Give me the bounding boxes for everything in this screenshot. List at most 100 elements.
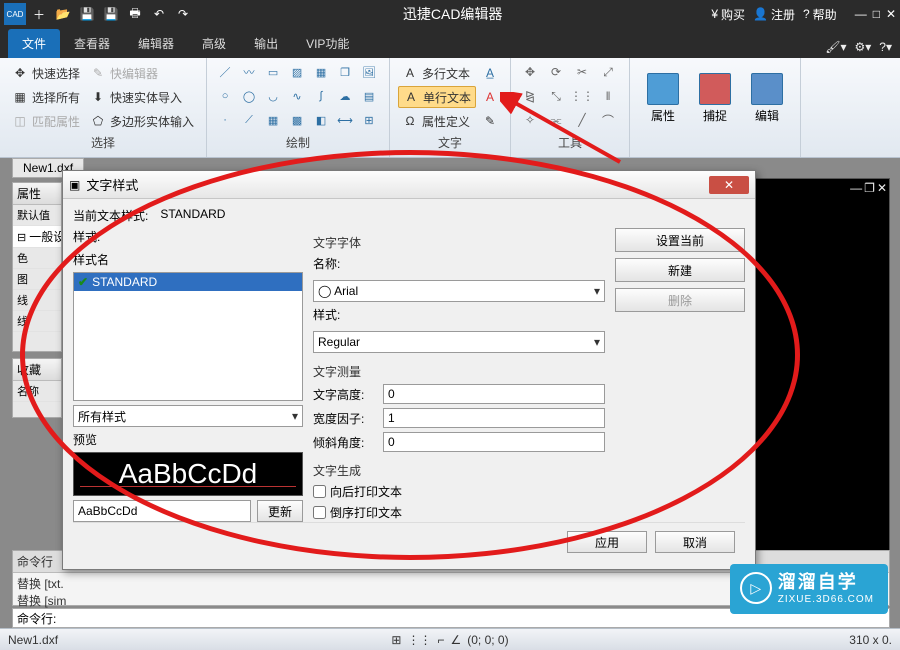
group-label-select: 选择	[8, 132, 198, 153]
snap-big-button[interactable]: 捕捉	[690, 62, 740, 135]
new-style-button[interactable]: 新建	[615, 258, 745, 282]
rotate-icon[interactable]: ⟳	[545, 62, 567, 82]
cancel-button[interactable]: 取消	[655, 531, 735, 553]
ortho-toggle-icon[interactable]: ⌐	[437, 633, 444, 647]
oblique-input[interactable]	[383, 432, 605, 452]
array-icon[interactable]: ⋮⋮	[571, 86, 593, 106]
dim-icon[interactable]: ⟷	[335, 110, 355, 130]
trim-icon[interactable]: ✂	[571, 62, 593, 82]
width-input[interactable]	[383, 408, 605, 428]
maximize-icon[interactable]: □	[873, 7, 880, 21]
preview-input[interactable]	[73, 500, 251, 522]
line-icon[interactable]: ／	[215, 62, 235, 82]
mirror-icon[interactable]: ⧎	[519, 86, 541, 106]
text-style-button[interactable]: A̲	[478, 62, 502, 84]
buy-link[interactable]: ¥ 购买	[711, 6, 745, 23]
hatch-icon[interactable]: ▨	[287, 62, 307, 82]
match-props-button[interactable]: ◫匹配属性	[8, 110, 84, 132]
xline-icon[interactable]: ⟋	[239, 110, 259, 130]
tool-grid: ✥⟳✂⤢ ⧎⤡⋮⋮‖ ✧⫘╱⌒	[519, 62, 621, 132]
image-icon[interactable]: 🖼	[359, 62, 379, 82]
set-current-button[interactable]: 设置当前	[615, 228, 745, 252]
grid-icon[interactable]: ▦	[263, 110, 283, 130]
saveas-icon[interactable]: 💾	[100, 3, 122, 25]
tab-viewer[interactable]: 查看器	[60, 29, 124, 58]
delete-style-button[interactable]: 删除	[615, 288, 745, 312]
offset-icon[interactable]: ‖	[597, 86, 619, 106]
open-icon[interactable]: 📂	[52, 3, 74, 25]
cloud-icon[interactable]: ☁	[335, 86, 355, 106]
tab-editor[interactable]: 编辑器	[124, 29, 188, 58]
block-icon[interactable]: ▦	[311, 62, 331, 82]
style-filter-combo[interactable]: 所有样式	[73, 405, 303, 427]
text-font-button[interactable]: A	[478, 86, 502, 108]
help-link[interactable]: ? 帮助	[803, 6, 837, 23]
break-icon[interactable]: ╱	[571, 110, 593, 130]
copy-icon[interactable]: ❐	[335, 62, 355, 82]
scale-icon[interactable]: ⤡	[545, 86, 567, 106]
poly-solid-input-button[interactable]: ⬠多边形实体输入	[86, 110, 198, 132]
text-edit-button[interactable]: ✎	[478, 110, 502, 132]
tab-file[interactable]: 文件	[8, 29, 60, 58]
polar-toggle-icon[interactable]: ∠	[450, 633, 461, 647]
arc-icon[interactable]: ◡	[263, 86, 283, 106]
help-icon[interactable]: ?▾	[879, 40, 892, 54]
statusbar: New1.dxf ⊞ ⋮⋮ ⌐ ∠ (0; 0; 0) 310 x 0.	[0, 628, 900, 650]
multiline-text-button[interactable]: A多行文本	[398, 62, 476, 84]
update-button[interactable]: 更新	[257, 500, 303, 522]
settings-icon[interactable]: ⚙▾	[855, 40, 872, 54]
snap-toggle-icon[interactable]: ⊞	[391, 633, 401, 647]
register-link[interactable]: 👤 注册	[753, 6, 795, 23]
polyline-icon[interactable]: 〰	[239, 62, 259, 82]
ellipse-icon[interactable]: ◯	[239, 86, 259, 106]
font-name-combo[interactable]: ◯ Arial	[313, 280, 605, 302]
style-icon[interactable]: 🖌▾	[825, 40, 846, 54]
height-input[interactable]	[383, 384, 605, 404]
rect-icon[interactable]: ▭	[263, 62, 283, 82]
undo-icon[interactable]: ↶	[148, 3, 170, 25]
tab-output[interactable]: 输出	[240, 29, 292, 58]
circle-icon[interactable]: ○	[215, 86, 235, 106]
dialog-titlebar[interactable]: ▣ 文字样式 ✕	[63, 171, 755, 199]
singleline-text-button[interactable]: A单行文本	[398, 86, 476, 108]
extend-icon[interactable]: ⤢	[597, 62, 619, 82]
attr-def-button[interactable]: Ω属性定义	[398, 110, 476, 132]
canvas-min-icon[interactable]: —	[850, 181, 862, 195]
backwards-checkbox[interactable]	[313, 485, 326, 498]
move-icon[interactable]: ✥	[519, 62, 541, 82]
point-icon[interactable]: ·	[215, 110, 235, 130]
style-list-item[interactable]: ✔STANDARD	[74, 273, 302, 291]
print-icon[interactable]: 🖶	[124, 3, 146, 25]
quick-editor-button[interactable]: ✎快编辑器	[86, 62, 198, 84]
attrs-big-button[interactable]: 属性	[638, 62, 688, 135]
canvas-close-icon[interactable]: ✕	[877, 181, 887, 195]
quick-solid-import-button[interactable]: ⬇快速实体导入	[86, 86, 198, 108]
region-icon[interactable]: ◧	[311, 110, 331, 130]
curve-icon[interactable]: ∿	[287, 86, 307, 106]
tab-vip[interactable]: VIP功能	[292, 29, 363, 58]
edit-big-button[interactable]: 编辑	[742, 62, 792, 135]
dialog-close-button[interactable]: ✕	[709, 176, 749, 194]
join-icon[interactable]: ⫘	[545, 110, 567, 130]
redo-icon[interactable]: ↷	[172, 3, 194, 25]
quick-select-button[interactable]: ✥快速选择	[8, 62, 84, 84]
save-icon[interactable]: 💾	[76, 3, 98, 25]
select-all-button[interactable]: ▦选择所有	[8, 86, 84, 108]
status-dims: 310 x 0.	[849, 633, 892, 647]
canvas-max-icon[interactable]: ❐	[864, 181, 875, 195]
fillet-icon[interactable]: ⌒	[597, 110, 619, 130]
font-style-combo[interactable]: Regular	[313, 331, 605, 353]
tab-advanced[interactable]: 高级	[188, 29, 240, 58]
upsidedown-checkbox[interactable]	[313, 506, 326, 519]
close-icon[interactable]: ✕	[886, 7, 896, 21]
style-list[interactable]: ✔STANDARD	[73, 272, 303, 401]
spline-icon[interactable]: ∫	[311, 86, 331, 106]
grid-toggle-icon[interactable]: ⋮⋮	[407, 633, 431, 647]
explode-icon[interactable]: ✧	[519, 110, 541, 130]
apply-button[interactable]: 应用	[567, 531, 647, 553]
insert-icon[interactable]: ⊞	[359, 110, 379, 130]
fill-icon[interactable]: ▩	[287, 110, 307, 130]
table-icon[interactable]: ▤	[359, 86, 379, 106]
minimize-icon[interactable]: —	[855, 7, 867, 21]
new-icon[interactable]: ＋	[28, 3, 50, 25]
